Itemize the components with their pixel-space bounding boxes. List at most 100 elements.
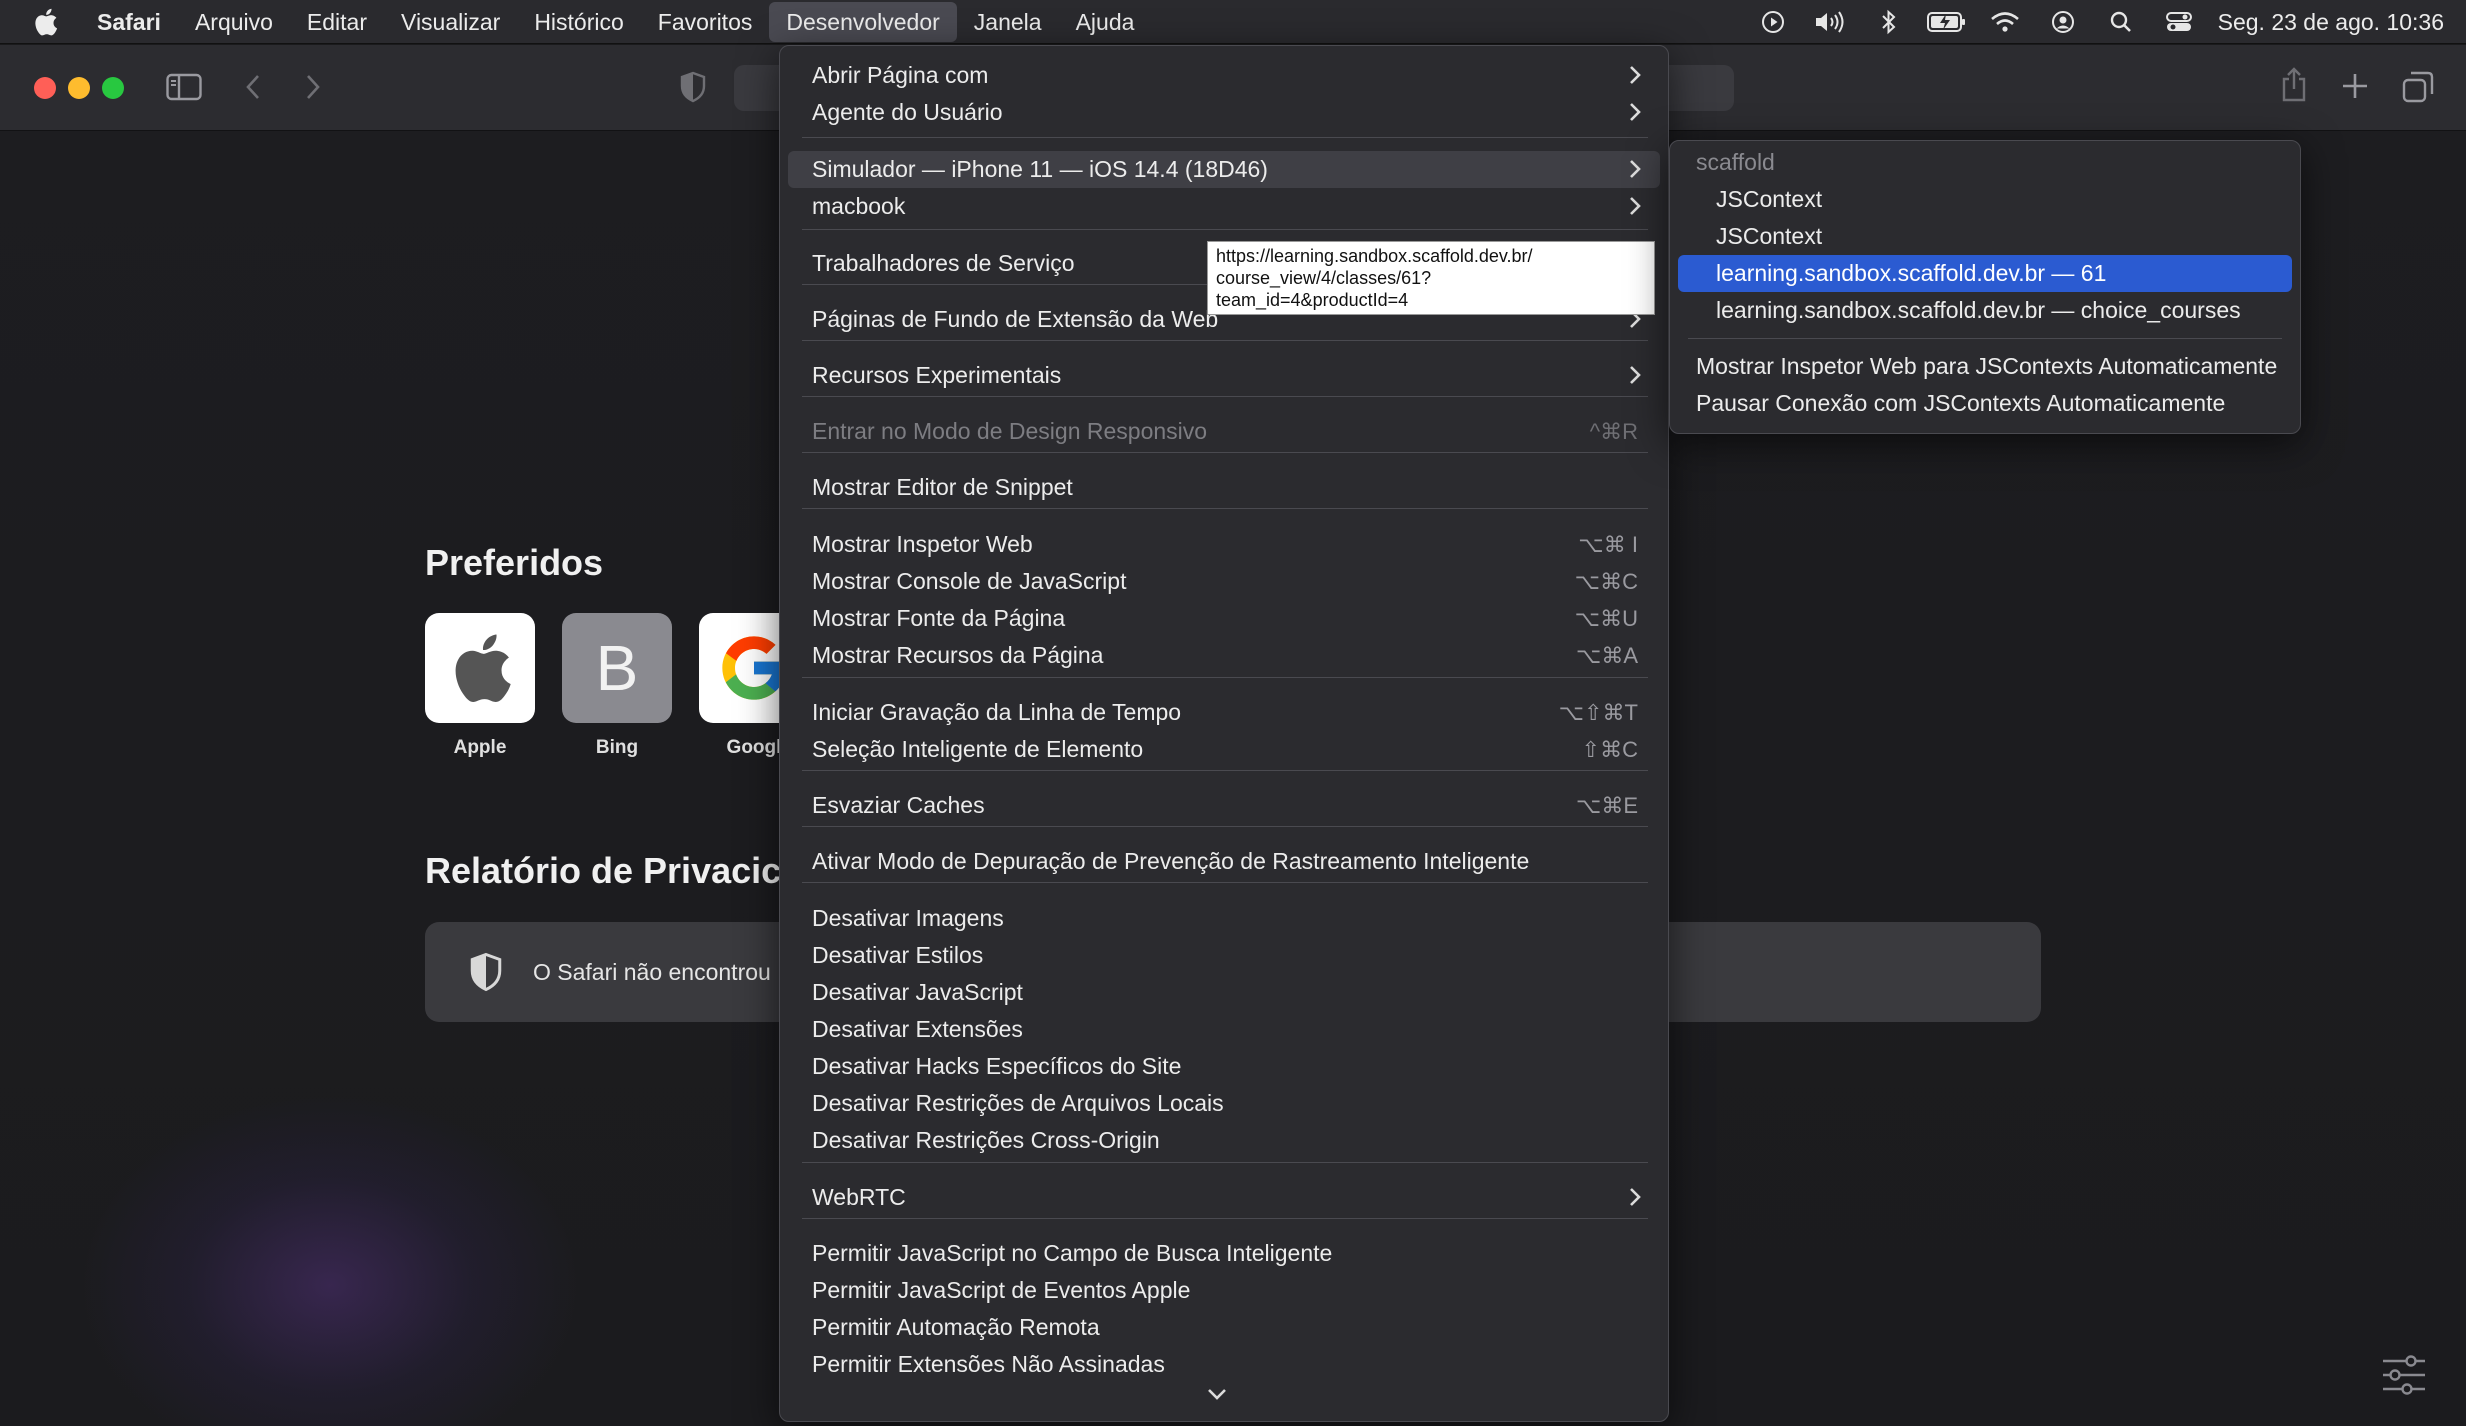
menu-item-label: Desativar Hacks Específicos do Site — [812, 1053, 1182, 1079]
menu-item-label: Trabalhadores de Serviço — [812, 250, 1075, 276]
bluetooth-icon[interactable] — [1860, 0, 1918, 44]
menu-item-selecao-inteligente-de-elemento[interactable]: Seleção Inteligente de Elemento ⇧⌘C — [788, 731, 1660, 768]
menubar-item-ajuda[interactable]: Ajuda — [1059, 2, 1152, 42]
submenu-item-jscontext[interactable]: JSContext — [1678, 218, 2292, 255]
menu-item-permitir-automacao-remota[interactable]: Permitir Automação Remota — [788, 1309, 1660, 1346]
menu-item-label: Desativar Restrições de Arquivos Locais — [812, 1090, 1224, 1116]
share-icon[interactable] — [2280, 67, 2308, 103]
menu-item-label: Mostrar Fonte da Página — [812, 605, 1066, 631]
menu-separator — [802, 396, 1648, 397]
submenu-item-learning-sandbox-scaffold-dev-br-61[interactable]: learning.sandbox.scaffold.dev.br — 61 — [1678, 255, 2292, 292]
menu-bar: Safari Arquivo Editar Visualizar Histórico Fa… — [0, 0, 2466, 44]
shield-icon — [469, 952, 503, 992]
tooltip-line: team_id=4&productId=4 — [1216, 290, 1409, 310]
menubar-item-historico[interactable]: Histórico — [517, 2, 640, 42]
apple-logo-icon — [425, 613, 535, 723]
menubar-item-visualizar[interactable]: Visualizar — [384, 2, 517, 42]
menu-item-label: Abrir Página com — [812, 62, 989, 88]
new-tab-plus-icon[interactable] — [2340, 71, 2370, 101]
menu-item-desativar-javascript[interactable]: Desativar JavaScript — [788, 974, 1660, 1011]
menu-item-permitir-javascript-de-eventos-apple[interactable]: Permitir JavaScript de Eventos Apple — [788, 1272, 1660, 1309]
menu-item-label: Desativar Restrições Cross-Origin — [812, 1127, 1160, 1153]
menu-separator — [1688, 338, 2282, 339]
menu-item-shortcut: ⌥⌘U — [1574, 606, 1638, 631]
menu-item-recursos-experimentais[interactable]: Recursos Experimentais — [788, 357, 1660, 394]
menu-item-shortcut: ⌥⇧⌘T — [1558, 700, 1638, 725]
menu-item-shortcut: ⌥⌘ I — [1578, 532, 1638, 557]
menu-item-abrir-pagina-com[interactable]: Abrir Página com — [788, 57, 1660, 94]
control-center-icon[interactable] — [2150, 0, 2208, 44]
menubar-item-favoritos[interactable]: Favoritos — [641, 2, 770, 42]
menu-item-label: Mostrar Inspetor Web — [812, 531, 1033, 557]
menu-item-esvaziar-caches[interactable]: Esvaziar Caches ⌥⌘E — [788, 787, 1660, 824]
favorite-bing[interactable]: B Bing — [562, 613, 672, 759]
menu-item-label: Desativar Extensões — [812, 1016, 1023, 1042]
menubar-clock[interactable]: Seg. 23 de ago. 10:36 — [2218, 9, 2444, 36]
fullscreen-window-button[interactable] — [102, 77, 124, 99]
chevron-right-icon — [1628, 94, 1642, 134]
menu-item-webrtc[interactable]: WebRTC — [788, 1179, 1660, 1216]
favorite-apple[interactable]: Apple — [425, 613, 535, 759]
menu-item-desativar-restricoes-cross-origin[interactable]: Desativar Restrições Cross-Origin — [788, 1122, 1660, 1159]
menu-item-simulador-iphone-11-ios-14-4-18d46[interactable]: Simulador — iPhone 11 — iOS 14.4 (18D46) — [788, 151, 1660, 188]
sidebar-toggle-icon[interactable] — [166, 73, 202, 101]
menu-item-permitir-javascript-no-campo-de-busca-inteligente[interactable]: Permitir JavaScript no Campo de Busca In… — [788, 1235, 1660, 1272]
menu-separator — [802, 137, 1648, 138]
menu-item-ativar-modo-de-depuracao-de-prevencao-de-rastreamento-inteligente[interactable]: Ativar Modo de Depuração de Prevenção de… — [788, 843, 1660, 880]
menu-item-label: WebRTC — [812, 1184, 906, 1210]
search-icon[interactable] — [2092, 0, 2150, 44]
tab-overview-icon[interactable] — [2402, 71, 2434, 103]
menu-item-mostrar-console-de-javascript[interactable]: Mostrar Console de JavaScript ⌥⌘C — [788, 563, 1660, 600]
menu-item-mostrar-recursos-da-pagina[interactable]: Mostrar Recursos da Página ⌥⌘A — [788, 637, 1660, 674]
menubar-item-desenvolvedor[interactable]: Desenvolvedor — [769, 1, 957, 42]
menu-separator — [802, 770, 1648, 771]
menu-item-mostrar-editor-de-snippet[interactable]: Mostrar Editor de Snippet — [788, 469, 1660, 506]
bing-letter-tile: B — [562, 613, 672, 723]
close-window-button[interactable] — [34, 77, 56, 99]
wifi-icon[interactable] — [1976, 0, 2034, 44]
menu-item-mostrar-inspetor-web[interactable]: Mostrar Inspetor Web ⌥⌘ I — [788, 526, 1660, 563]
submenu-item-jscontext[interactable]: JSContext — [1678, 181, 2292, 218]
submenu-action-pausar-conexao-com-jscontexts-automaticamente[interactable]: Pausar Conexão com JSContexts Automatica… — [1678, 385, 2292, 422]
simulator-submenu: scaffold JSContext JSContext learning.sandb… — [1669, 140, 2301, 434]
menu-separator — [802, 340, 1648, 341]
menu-item-label: Permitir Extensões Não Assinadas — [812, 1351, 1165, 1377]
minimize-window-button[interactable] — [68, 77, 90, 99]
back-chevron-icon[interactable] — [244, 73, 262, 101]
menu-item-permitir-extensoes-nao-assinadas[interactable]: Permitir Extensões Não Assinadas — [788, 1346, 1660, 1383]
menu-item-agente-do-usuario[interactable]: Agente do Usuário — [788, 94, 1660, 131]
user-icon[interactable] — [2034, 0, 2092, 44]
menu-item-desativar-hacks-especificos-do-site[interactable]: Desativar Hacks Específicos do Site — [788, 1048, 1660, 1085]
menu-item-label: Páginas de Fundo de Extensão da Web — [812, 306, 1219, 332]
play-circle-icon[interactable] — [1744, 0, 1802, 44]
forward-chevron-icon[interactable] — [304, 73, 322, 101]
submenu-action-mostrar-inspetor-web-para-jscontexts-automaticamente[interactable]: Mostrar Inspetor Web para JSContexts Aut… — [1678, 348, 2292, 385]
menu-item-desativar-extensoes[interactable]: Desativar Extensões — [788, 1011, 1660, 1048]
menubar-item-safari[interactable]: Safari — [80, 2, 178, 42]
menu-item-mostrar-fonte-da-pagina[interactable]: Mostrar Fonte da Página ⌥⌘U — [788, 600, 1660, 637]
menubar-item-editar[interactable]: Editar — [290, 2, 384, 42]
menu-item-label: Desativar JavaScript — [812, 979, 1023, 1005]
menu-item-label: Simulador — iPhone 11 — iOS 14.4 (18D46) — [812, 156, 1268, 182]
apple-menu-icon[interactable] — [32, 7, 80, 37]
tooltip-line: https://learning.sandbox.scaffold.dev.br… — [1216, 246, 1533, 266]
scroll-down-chevron-icon[interactable] — [1207, 1381, 1227, 1407]
menu-separator — [802, 677, 1648, 678]
menu-item-macbook[interactable]: macbook — [788, 188, 1660, 225]
menu-item-desativar-estilos[interactable]: Desativar Estilos — [788, 937, 1660, 974]
speaker-icon[interactable] — [1802, 0, 1860, 44]
privacy-shield-icon[interactable] — [680, 71, 706, 103]
menu-item-iniciar-gravacao-da-linha-de-tempo[interactable]: Iniciar Gravação da Linha de Tempo ⌥⇧⌘T — [788, 694, 1660, 731]
menubar-item-janela[interactable]: Janela — [957, 2, 1059, 42]
menu-item-desativar-restricoes-de-arquivos-locais[interactable]: Desativar Restrições de Arquivos Locais — [788, 1085, 1660, 1122]
menubar-item-arquivo[interactable]: Arquivo — [178, 2, 290, 42]
submenu-item-learning-sandbox-scaffold-dev-br-choice-courses[interactable]: learning.sandbox.scaffold.dev.br — choic… — [1678, 292, 2292, 329]
menu-item-desativar-imagens[interactable]: Desativar Imagens — [788, 900, 1660, 937]
bing-glyph: B — [595, 632, 639, 704]
status-area: Seg. 23 de ago. 10:36 — [1744, 0, 2444, 44]
menu-item-label: Desativar Imagens — [812, 905, 1004, 931]
customize-start-page-icon[interactable] — [2381, 1355, 2427, 1400]
favorite-label: Apple — [453, 737, 507, 758]
menu-item-label: Permitir JavaScript de Eventos Apple — [812, 1277, 1191, 1303]
battery-charging-icon[interactable] — [1918, 0, 1976, 44]
